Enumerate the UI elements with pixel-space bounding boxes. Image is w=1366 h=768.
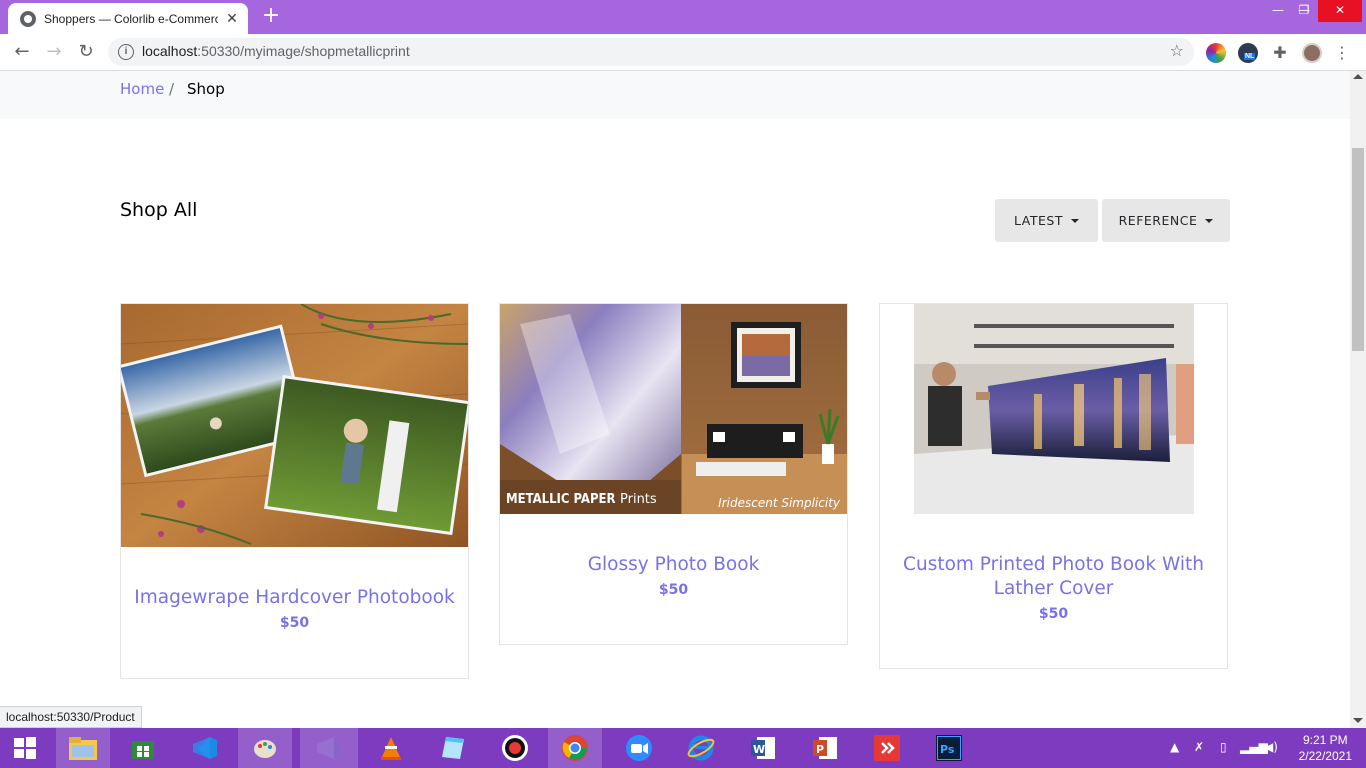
powerpoint-icon[interactable]: P bbox=[798, 728, 852, 768]
page-title: Shop All bbox=[120, 199, 198, 221]
notes-app-icon[interactable] bbox=[426, 728, 480, 768]
color-picker-extension-icon[interactable] bbox=[1206, 43, 1226, 63]
breadcrumb-separator: / bbox=[169, 80, 175, 98]
close-window-button[interactable]: ✕ bbox=[1318, 0, 1362, 22]
chrome-icon[interactable] bbox=[548, 728, 602, 768]
screen-recorder-icon[interactable] bbox=[488, 728, 542, 768]
product-name[interactable]: Glossy Photo Book bbox=[500, 553, 847, 577]
address-bar[interactable]: i localhost:50330/myimage/shopmetallicpr… bbox=[108, 38, 1194, 66]
system-clock[interactable]: 9:21 PM 2/22/2021 bbox=[1299, 732, 1352, 764]
forward-arrow-icon[interactable]: → bbox=[41, 39, 67, 65]
product-price: $50 bbox=[1038, 606, 1069, 622]
svg-text:P: P bbox=[816, 743, 824, 756]
sort-latest-label: LATEST bbox=[1014, 213, 1063, 228]
reload-icon[interactable]: ↻ bbox=[73, 39, 99, 65]
network-warning-icon[interactable]: ✗ bbox=[1194, 740, 1204, 754]
scroll-thumb[interactable] bbox=[1352, 148, 1364, 351]
git-client-icon[interactable] bbox=[860, 728, 914, 768]
vscode-icon[interactable] bbox=[178, 728, 232, 768]
restore-button[interactable]: ❐ bbox=[1290, 0, 1318, 22]
paint-icon[interactable] bbox=[238, 728, 292, 768]
browser-tab[interactable]: Shoppers — Colorlib e-Commerce ✕ bbox=[8, 3, 248, 34]
word-icon[interactable]: W bbox=[736, 728, 790, 768]
new-tab-button[interactable]: + bbox=[260, 4, 282, 28]
breadcrumb-home-link[interactable]: Home bbox=[120, 80, 164, 98]
sort-reference-label: REFERENCE bbox=[1118, 213, 1198, 228]
caret-down-icon bbox=[1205, 218, 1214, 223]
product-image[interactable] bbox=[914, 304, 1194, 514]
browser-toolbar: ← → ↻ i localhost:50330/myimage/shopmeta… bbox=[0, 34, 1366, 71]
photoshop-icon[interactable]: Ps bbox=[922, 728, 976, 768]
svg-text:W: W bbox=[753, 743, 765, 756]
sort-latest-dropdown[interactable]: LATEST bbox=[995, 199, 1098, 242]
start-windows-icon[interactable] bbox=[0, 728, 50, 768]
file-explorer-icon[interactable] bbox=[56, 728, 110, 768]
microsoft-store-icon[interactable] bbox=[116, 728, 170, 768]
zoom-icon[interactable] bbox=[612, 728, 666, 768]
globe-icon bbox=[20, 10, 36, 27]
product-card[interactable]: Custom Printed Photo Book With Lather Co… bbox=[879, 303, 1228, 669]
extensions-puzzle-icon[interactable]: ✚ bbox=[1270, 43, 1290, 63]
clock-time: 9:21 PM bbox=[1302, 733, 1348, 747]
bookmark-star-icon[interactable]: ☆ bbox=[1170, 41, 1184, 60]
svg-text:Ps: Ps bbox=[940, 743, 955, 756]
scroll-down-icon[interactable] bbox=[1353, 718, 1363, 723]
sort-reference-dropdown[interactable]: REFERENCE bbox=[1102, 199, 1230, 242]
minimize-button[interactable]: — bbox=[1264, 0, 1292, 22]
tab-close-icon[interactable]: ✕ bbox=[224, 11, 240, 27]
product-card[interactable]: Imagewrape Hardcover Photobook $50 bbox=[120, 303, 469, 679]
product-price: $50 bbox=[279, 615, 310, 631]
translate-extension-icon[interactable]: NL bbox=[1238, 43, 1258, 63]
vlc-icon[interactable] bbox=[364, 728, 418, 768]
link-status-bar: localhost:50330/Product bbox=[0, 706, 142, 728]
internet-explorer-icon[interactable] bbox=[674, 728, 728, 768]
url-text[interactable]: localhost:50330/myimage/shopmetallicprin… bbox=[142, 43, 410, 59]
product-name[interactable]: Imagewrape Hardcover Photobook bbox=[121, 586, 468, 610]
caret-down-icon bbox=[1070, 218, 1079, 223]
breadcrumb-current: Shop bbox=[187, 80, 225, 98]
metallic-caption-right: Iridescent Simplicity bbox=[718, 496, 841, 510]
battery-icon[interactable]: ▯ bbox=[1220, 740, 1227, 754]
windows-taskbar: W P Ps ▲ ✗ ▯ ▂▄▆ ◀) 9:21 PM 2/22/2021 bbox=[0, 728, 1366, 768]
page-content: Home / Shop Shop All LATEST REFERENCE Im… bbox=[0, 71, 1350, 728]
back-arrow-icon[interactable]: ← bbox=[9, 39, 35, 65]
product-price: $50 bbox=[658, 582, 689, 598]
product-card[interactable]: METALLIC PAPER Prints Iridescent Simplic… bbox=[499, 303, 848, 645]
visual-studio-icon[interactable] bbox=[300, 728, 358, 768]
browser-titlebar: Shoppers — Colorlib e-Commerce ✕ + — bbox=[0, 0, 1366, 34]
product-image[interactable] bbox=[121, 304, 468, 547]
clock-date: 2/22/2021 bbox=[1298, 749, 1352, 763]
tab-title: Shoppers — Colorlib e-Commerce bbox=[44, 11, 218, 26]
vertical-scrollbar[interactable] bbox=[1350, 71, 1366, 728]
volume-icon[interactable]: ◀) bbox=[1264, 740, 1278, 754]
profile-avatar[interactable] bbox=[1302, 43, 1322, 63]
scroll-up-icon[interactable] bbox=[1353, 74, 1363, 79]
show-hidden-icons-icon[interactable]: ▲ bbox=[1170, 740, 1179, 754]
metallic-caption-left: METALLIC PAPER bbox=[506, 492, 616, 507]
product-image[interactable]: METALLIC PAPER Prints Iridescent Simplic… bbox=[500, 304, 847, 514]
menu-kebab-icon[interactable]: ⋮ bbox=[1334, 43, 1350, 63]
breadcrumb: Home / Shop bbox=[0, 71, 1350, 119]
site-info-icon[interactable]: i bbox=[118, 44, 134, 60]
product-name[interactable]: Custom Printed Photo Book With Lather Co… bbox=[880, 553, 1227, 601]
metallic-caption-left-b: Prints bbox=[620, 492, 657, 507]
